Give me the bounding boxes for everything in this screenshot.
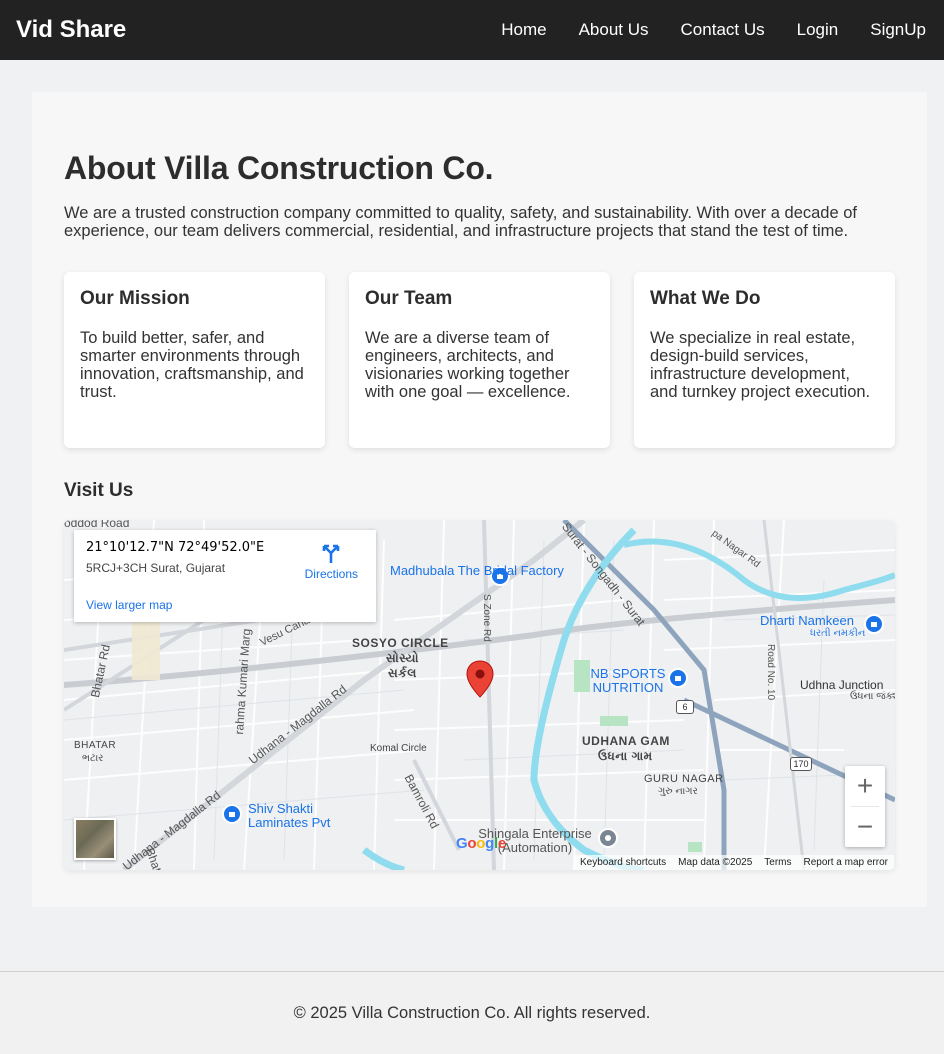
shop-pin-icon[interactable] bbox=[668, 668, 688, 688]
area-label-guru-nagar: GURU NAGAR bbox=[644, 773, 724, 785]
directions-button[interactable]: Directions bbox=[305, 542, 358, 581]
poi-dharti-namkeen[interactable]: Dharti Namkeen bbox=[760, 614, 854, 628]
card-title: Our Team bbox=[365, 288, 453, 309]
area-label-bhatar-gu: ભટાર bbox=[82, 753, 104, 764]
area-label-udhana-gam-gu: ઉધના ગામ bbox=[598, 749, 653, 763]
area-label-udhana-gam: UDHANA GAM bbox=[582, 734, 670, 748]
poi-madhubala[interactable]: Madhubala The Bridal Factory bbox=[390, 564, 564, 578]
area-label-udhna-junction: Udhna Junction bbox=[800, 678, 884, 692]
page-title: About Villa Construction Co. bbox=[64, 150, 494, 186]
zoom-in-button[interactable]: + bbox=[845, 766, 885, 806]
area-label-komal: Komal Circle bbox=[370, 743, 427, 754]
zoom-controls: + − bbox=[845, 766, 885, 847]
shop-pin-icon[interactable] bbox=[222, 804, 242, 824]
what-we-do-card: What We Do We specialize in real estate,… bbox=[634, 272, 895, 448]
view-larger-map-link[interactable]: View larger map bbox=[86, 598, 172, 612]
card-title: What We Do bbox=[650, 288, 761, 309]
nav-contact-link[interactable]: Contact Us bbox=[681, 20, 765, 40]
map-embed[interactable]: oddod Road SOSYO CIRCLE સોસ્યો સર્કલ UDH… bbox=[64, 520, 895, 870]
footer: © 2025 Villa Construction Co. All rights… bbox=[0, 971, 944, 1054]
nav-about-link[interactable]: About Us bbox=[579, 20, 649, 40]
business-pin-icon[interactable] bbox=[598, 828, 618, 848]
keyboard-shortcuts-link[interactable]: Keyboard shortcuts bbox=[580, 857, 666, 868]
area-label-sosyo-gu: સોસ્યો bbox=[386, 651, 419, 665]
mission-card: Our Mission To build better, safer, and … bbox=[64, 272, 325, 448]
road-label: oddod Road bbox=[64, 520, 130, 530]
road-label: S Zone Rd bbox=[481, 594, 492, 642]
shop-pin-icon[interactable] bbox=[864, 614, 884, 634]
location-pin-icon[interactable] bbox=[466, 660, 494, 698]
poi-dharti-namkeen-gu: ધરતી નમકીન bbox=[810, 628, 866, 639]
satellite-toggle[interactable] bbox=[74, 818, 116, 860]
area-label-guru-nagar-gu: ગુરુ નાગર bbox=[658, 786, 698, 797]
poi-nb-sports[interactable]: NB SPORTS NUTRITION bbox=[590, 667, 666, 695]
brand-logo[interactable]: Vid Share bbox=[16, 16, 126, 44]
highway-shield-6: 6 bbox=[676, 700, 694, 714]
map-info-card: 21°10'12.7"N 72°49'52.0"E 5RCJ+3CH Surat… bbox=[74, 530, 376, 622]
terms-link[interactable]: Terms bbox=[764, 857, 791, 868]
nav-links: Home About Us Contact Us Login SignUp bbox=[501, 20, 928, 40]
google-logo: Google bbox=[456, 835, 506, 852]
zoom-out-button[interactable]: − bbox=[845, 807, 885, 847]
visit-us-heading: Visit Us bbox=[64, 480, 134, 501]
intro-paragraph: We are a trusted construction company co… bbox=[64, 204, 857, 240]
about-section: About Villa Construction Co. We are a tr… bbox=[32, 92, 927, 907]
directions-label: Directions bbox=[304, 567, 358, 581]
area-label-sosyo-gu2: સર્કલ bbox=[388, 666, 417, 680]
copyright-text: © 2025 Villa Construction Co. All rights… bbox=[293, 1003, 651, 1022]
directions-icon bbox=[323, 544, 340, 563]
card-title: Our Mission bbox=[80, 288, 190, 309]
area-label-sosyo: SOSYO CIRCLE bbox=[352, 636, 449, 650]
area-label-udhna-junction-gu: ઉધના જંક્શન bbox=[850, 691, 895, 702]
navbar: Vid Share Home About Us Contact Us Login… bbox=[0, 0, 944, 60]
road-label: Road No. 10 bbox=[765, 644, 776, 701]
poi-shiv-shakti[interactable]: Shiv Shakti Laminates Pvt bbox=[248, 802, 344, 830]
nav-login-link[interactable]: Login bbox=[797, 20, 839, 40]
card-text: We are a diverse team of engineers, arch… bbox=[365, 329, 571, 401]
area-label-bhatar: BHATAR bbox=[74, 740, 117, 751]
highway-shield-170: 170 bbox=[790, 757, 812, 771]
nav-signup-link[interactable]: SignUp bbox=[870, 20, 926, 40]
map-attribution: Keyboard shortcuts Map data ©2025 Terms … bbox=[574, 855, 894, 870]
report-error-link[interactable]: Report a map error bbox=[804, 857, 888, 868]
team-card: Our Team We are a diverse team of engine… bbox=[349, 272, 610, 448]
map-data-text: Map data ©2025 bbox=[678, 857, 753, 868]
card-text: We specialize in real estate, design-bui… bbox=[650, 329, 871, 401]
nav-home-link[interactable]: Home bbox=[501, 20, 546, 40]
card-text: To build better, safer, and smarter envi… bbox=[80, 329, 304, 401]
